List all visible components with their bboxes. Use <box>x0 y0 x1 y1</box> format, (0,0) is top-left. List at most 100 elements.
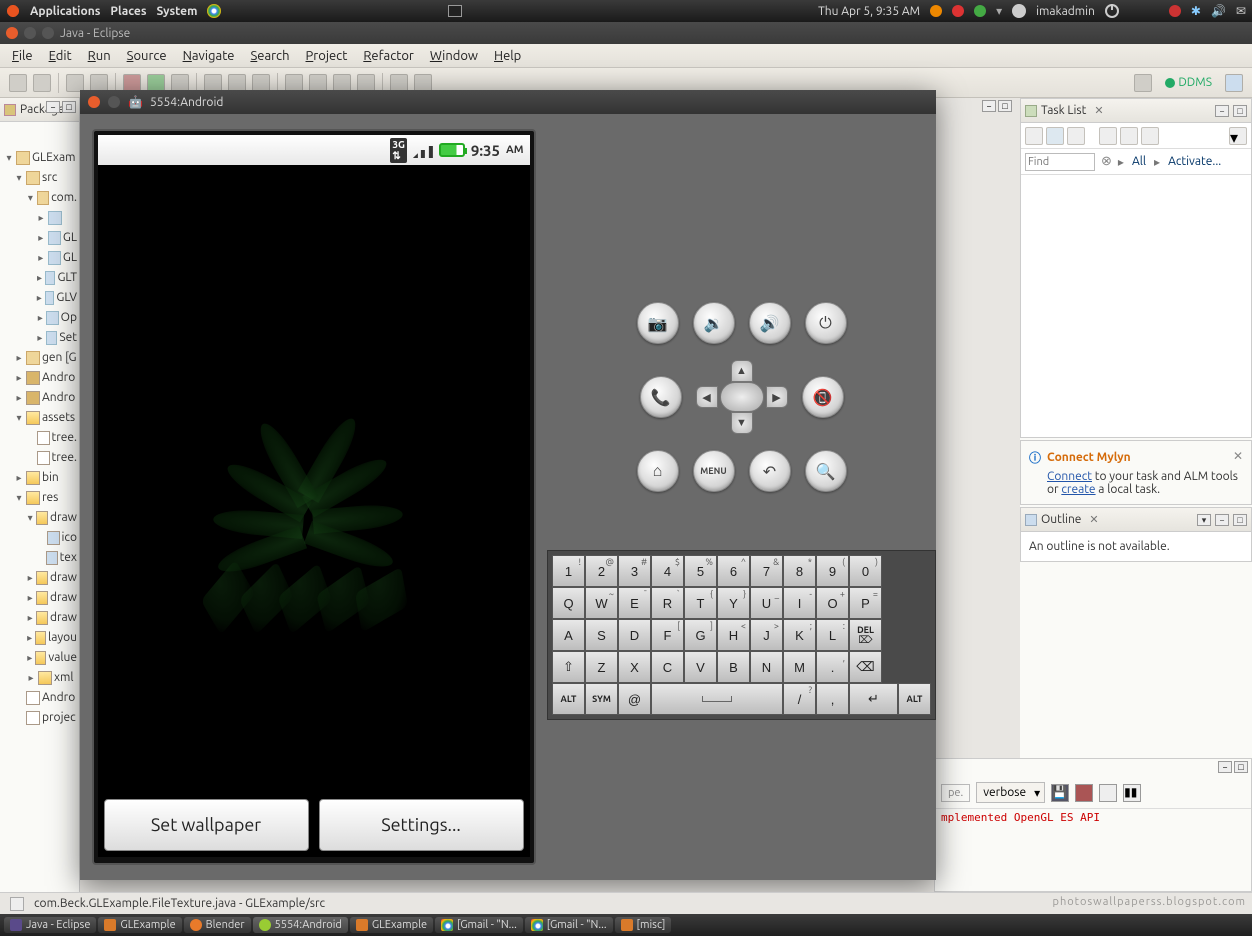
key-r[interactable]: R` <box>651 587 684 619</box>
key-q[interactable]: Q <box>552 587 585 619</box>
key-slash[interactable]: /? <box>783 683 816 715</box>
maximize-button[interactable]: □ <box>1233 105 1247 117</box>
save-log-button[interactable]: 💾 <box>1051 784 1069 802</box>
key-9[interactable]: 9( <box>816 555 849 587</box>
dpad-center[interactable] <box>720 382 764 412</box>
bluetooth-icon[interactable]: ✱ <box>1191 4 1201 18</box>
tree-drawable[interactable]: ▸draw <box>2 568 77 588</box>
username[interactable]: imakadmin <box>1036 5 1095 18</box>
key-p[interactable]: P= <box>849 587 882 619</box>
menu-navigate[interactable]: Navigate <box>177 47 241 65</box>
log-level-select[interactable]: verbose <box>976 782 1045 803</box>
settings-button[interactable]: Settings... <box>319 799 524 851</box>
menu-project[interactable]: Project <box>300 47 354 65</box>
clear-icon[interactable]: ⊗ <box>1101 154 1112 169</box>
tl-button[interactable] <box>1099 127 1117 145</box>
key-at[interactable]: @ <box>618 683 651 715</box>
taskbar-item[interactable]: 5554:Android <box>253 917 348 933</box>
search-button[interactable]: 🔍 <box>805 450 847 492</box>
key-.[interactable]: ., <box>816 651 849 683</box>
menu-search[interactable]: Search <box>244 47 295 65</box>
maximize-button[interactable]: □ <box>1233 514 1247 526</box>
tree-file[interactable]: tree. <box>2 428 77 448</box>
camera-button[interactable]: 📷 <box>637 302 679 344</box>
tb-button[interactable] <box>171 74 189 92</box>
emulator-titlebar[interactable]: 🤖 5554:Android <box>80 90 936 114</box>
tray-shutdown-icon[interactable] <box>1169 5 1181 17</box>
key-y[interactable]: Y} <box>717 587 750 619</box>
key-a[interactable]: A <box>552 619 585 651</box>
menu-source[interactable]: Source <box>121 47 173 65</box>
tray-icon[interactable] <box>974 5 986 17</box>
tree-lib[interactable]: ▸Andro <box>2 368 77 388</box>
key-0[interactable]: 0) <box>849 555 882 587</box>
power-button[interactable]: ⏻ <box>805 302 847 344</box>
menu-file[interactable]: File <box>6 47 39 65</box>
tree-gen[interactable]: ▸gen [G <box>2 348 77 368</box>
taskbar-item[interactable]: [misc] <box>615 917 672 933</box>
task-list-tab[interactable]: Task List ✕ − □ <box>1021 99 1251 123</box>
java-perspective[interactable] <box>1225 74 1243 92</box>
minimize-button[interactable]: − <box>1215 105 1229 117</box>
minimize-button[interactable]: − <box>1218 761 1232 773</box>
key-comma[interactable]: , <box>816 683 849 715</box>
tree-package[interactable]: ▾com. <box>2 188 77 208</box>
tree-project-file[interactable]: projec <box>2 708 77 728</box>
volume-up-button[interactable]: 🔊 <box>749 302 791 344</box>
tree-file[interactable]: ▸GLV <box>2 288 77 308</box>
taskbar-item[interactable]: GLExample <box>350 917 433 933</box>
run-button[interactable] <box>147 74 165 92</box>
key-backspace[interactable]: ⌫ <box>849 651 882 683</box>
key-i[interactable]: I- <box>783 587 816 619</box>
key-1[interactable]: 1! <box>552 555 585 587</box>
minimize-icon[interactable] <box>108 96 120 108</box>
call-button[interactable]: 📞 <box>640 376 682 418</box>
screencast-icon[interactable] <box>448 5 462 17</box>
clock[interactable]: Thu Apr 5, 9:35 AM <box>818 5 920 18</box>
chrome-icon[interactable] <box>207 4 221 18</box>
taskbar-item[interactable]: GLExample <box>98 917 181 933</box>
minimize-icon[interactable] <box>24 27 36 39</box>
tb-button[interactable] <box>285 74 303 92</box>
maximize-icon[interactable] <box>42 27 54 39</box>
filter-input[interactable]: pe. <box>941 784 970 802</box>
tree-file[interactable]: ▸Op <box>2 308 77 328</box>
tb-button[interactable] <box>357 74 375 92</box>
key-2[interactable]: 2@ <box>585 555 618 587</box>
key-u[interactable]: U_ <box>750 587 783 619</box>
key-sym[interactable]: SYM <box>585 683 618 715</box>
tree-file[interactable]: tex <box>2 548 77 568</box>
tb-button[interactable] <box>66 74 84 92</box>
ddms-perspective[interactable]: DDMS <box>1159 74 1218 91</box>
menu-help[interactable]: Help <box>488 47 527 65</box>
tb-button[interactable] <box>333 74 351 92</box>
new-task-button[interactable] <box>1025 127 1043 145</box>
menu-button[interactable]: MENU <box>693 450 735 492</box>
key-8[interactable]: 8* <box>783 555 816 587</box>
key-7[interactable]: 7& <box>750 555 783 587</box>
perspective-button[interactable] <box>1134 74 1152 92</box>
set-wallpaper-button[interactable]: Set wallpaper <box>104 799 309 851</box>
tl-button[interactable] <box>1120 127 1138 145</box>
maximize-button[interactable]: □ <box>62 101 76 113</box>
task-find-input[interactable] <box>1025 153 1095 171</box>
key-f[interactable]: F[ <box>651 619 684 651</box>
key-5[interactable]: 5% <box>684 555 717 587</box>
close-icon[interactable]: ✕ <box>1233 449 1243 466</box>
minimize-button[interactable]: − <box>1215 514 1229 526</box>
key-m[interactable]: M <box>783 651 816 683</box>
tree-src[interactable]: ▾src <box>2 168 77 188</box>
maximize-button[interactable]: □ <box>998 100 1012 112</box>
key-h[interactable]: H< <box>717 619 750 651</box>
key-3[interactable]: 3# <box>618 555 651 587</box>
tree-project[interactable]: ▾GLExam <box>2 148 77 168</box>
activate-link[interactable]: Activate... <box>1168 155 1221 168</box>
close-icon[interactable] <box>6 27 18 39</box>
minimize-button[interactable]: − <box>982 100 996 112</box>
menu-refactor[interactable]: Refactor <box>357 47 420 65</box>
close-tab-icon[interactable]: ✕ <box>1094 104 1103 117</box>
key-space[interactable] <box>651 683 783 715</box>
user-icon[interactable] <box>1012 4 1026 18</box>
home-button[interactable]: ⌂ <box>637 450 679 492</box>
key-alt-right[interactable]: ALT <box>898 683 931 715</box>
